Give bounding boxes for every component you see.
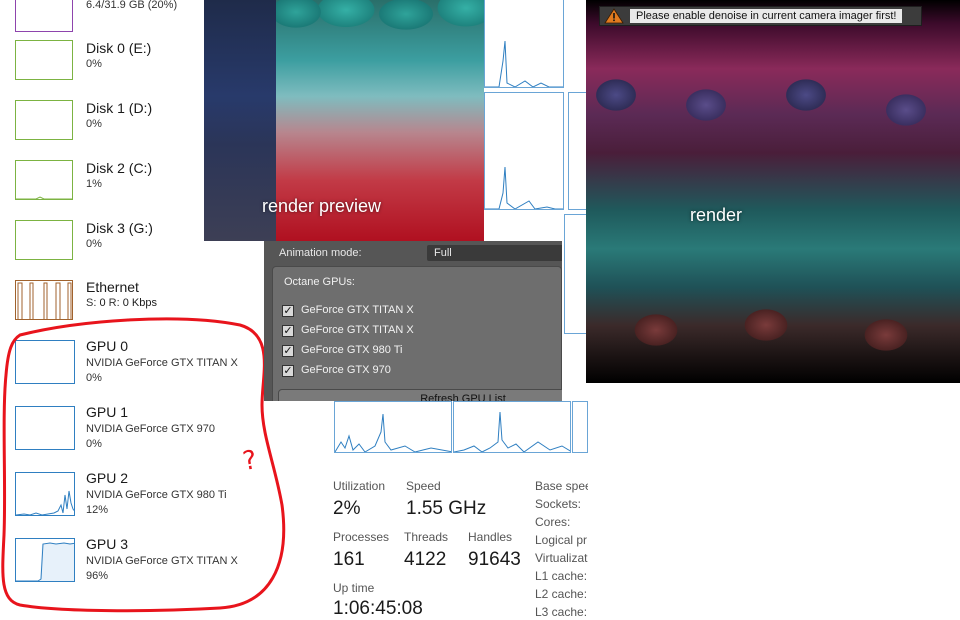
disk-3-usage: 0% <box>86 238 102 250</box>
handles-label: Handles <box>468 530 513 544</box>
disk-1-graph <box>15 100 73 140</box>
cpu-core-graph-6 <box>334 401 452 453</box>
octane-gpu-3-name: GeForce GTX 970 <box>301 364 391 376</box>
utilization-value: 2% <box>333 498 361 519</box>
disk-1-usage: 0% <box>86 118 102 130</box>
animation-mode-label: Animation mode: <box>279 247 362 259</box>
speed-label: Speed <box>406 479 441 493</box>
render-preview-image: render preview <box>204 0 484 241</box>
spec-l3-cache: L3 cache: <box>535 605 588 619</box>
octane-gpu-2-name: GeForce GTX 980 Ti <box>301 344 403 356</box>
spec-l1-cache: L1 cache: <box>535 569 588 583</box>
cpu-core-graph-3 <box>568 92 588 210</box>
render-label: render <box>690 205 743 225</box>
spec-l2-cache: L2 cache: <box>535 587 588 601</box>
uptime-value: 1:06:45:08 <box>333 598 423 619</box>
utilization-label: Utilization <box>333 479 386 493</box>
disk-2-graph <box>15 160 73 200</box>
denoise-warning-text: Please enable denoise in current camera … <box>630 9 903 23</box>
ethernet-receive-value: 0 Kbps <box>122 297 157 309</box>
octane-gpu-1-name: GeForce GTX TITAN X <box>301 324 414 336</box>
disk-0-graph <box>15 40 73 80</box>
denoise-warning-bar: Please enable denoise in current camera … <box>599 6 922 26</box>
render-image: render <box>586 0 960 383</box>
ethernet-send-label: S: <box>86 297 97 309</box>
cpu-core-graph-8 <box>572 401 588 453</box>
speed-value: 1.55 GHz <box>406 498 487 519</box>
disk-3-graph <box>15 220 73 260</box>
disk-3-title: Disk 3 (G:) <box>86 220 153 236</box>
threads-value: 4122 <box>404 549 447 570</box>
handles-value: 91643 <box>468 549 521 570</box>
disk-2-sparkline <box>16 196 72 199</box>
spec-sockets: Sockets: <box>535 497 582 511</box>
processes-value: 161 <box>333 549 365 570</box>
spec-logical-processors: Logical pr <box>535 533 588 547</box>
cpu-core-graph-2 <box>484 92 564 210</box>
uptime-label: Up time <box>333 581 375 595</box>
ethernet-receive-label: R: <box>108 297 120 309</box>
spec-virtualization: Virtualizat <box>535 551 588 565</box>
disk-0-usage: 0% <box>86 58 102 70</box>
cpu-core-graph-7 <box>453 401 571 453</box>
gpu-2-checkbox[interactable]: ✓ <box>282 345 294 357</box>
disk-2-title: Disk 2 (C:) <box>86 160 153 176</box>
memory-usage: 6.4/31.9 GB (20%) <box>86 0 178 11</box>
ethernet-graph <box>15 280 73 320</box>
gpu-3-checkbox[interactable]: ✓ <box>282 365 294 377</box>
disk-1-title: Disk 1 (D:) <box>86 100 153 116</box>
warning-icon <box>604 8 624 24</box>
octane-gpu-0-name: GeForce GTX TITAN X <box>301 304 414 316</box>
cpu-core-graph-5 <box>564 214 588 334</box>
gpu-0-checkbox[interactable]: ✓ <box>282 305 294 317</box>
disk-2-usage: 1% <box>86 178 102 190</box>
spec-cores: Cores: <box>535 515 571 529</box>
octane-gpu-settings-panel: Animation mode: Full Octane GPUs: ✓ GeFo… <box>264 241 562 401</box>
render-image-texture <box>586 0 960 383</box>
animation-mode-select[interactable]: Full <box>427 245 562 261</box>
refresh-gpu-list-button[interactable]: Refresh GPU List <box>278 389 562 401</box>
octane-gpus-title: Octane GPUs: <box>284 276 355 288</box>
ethernet-throughput: S: 0 R: 0 Kbps <box>86 297 157 309</box>
cpu-core-graph-1 <box>484 0 564 88</box>
ethernet-title: Ethernet <box>86 279 139 295</box>
threads-label: Threads <box>404 530 449 544</box>
right-bottom-blank <box>588 383 960 619</box>
processes-label: Processes <box>333 530 390 544</box>
disk-0-title: Disk 0 (E:) <box>86 40 152 56</box>
memory-graph <box>15 0 73 32</box>
gpu-1-checkbox[interactable]: ✓ <box>282 325 294 337</box>
ethernet-send-value: 0 <box>99 297 106 309</box>
render-preview-label: render preview <box>262 196 382 216</box>
